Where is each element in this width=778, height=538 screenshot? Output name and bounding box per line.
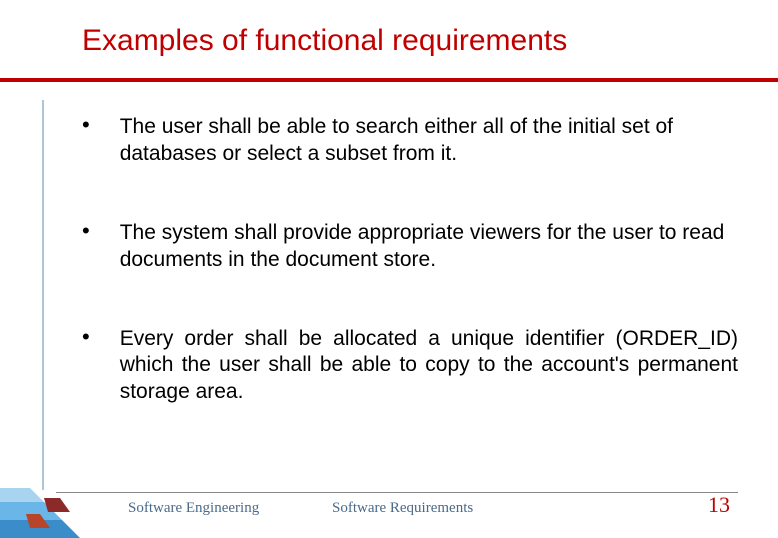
slide-title: Examples of functional requirements xyxy=(0,0,778,66)
content-area: • The user shall be able to search eithe… xyxy=(0,82,778,406)
footer-divider xyxy=(56,492,738,493)
list-item: • Every order shall be allocated a uniqu… xyxy=(82,326,738,407)
footer: Software Engineering Software Requiremen… xyxy=(0,470,778,538)
bullet-text: The user shall be able to search either … xyxy=(120,114,738,168)
list-item: • The user shall be able to search eithe… xyxy=(82,114,738,168)
bullet-text: Every order shall be allocated a unique … xyxy=(120,326,738,407)
left-vertical-bar xyxy=(42,100,44,490)
bullet-text: The system shall provide appropriate vie… xyxy=(120,220,738,274)
bullet-icon: • xyxy=(82,220,90,242)
page-number: 13 xyxy=(708,492,730,518)
footer-center-text: Software Requirements xyxy=(332,500,473,517)
bullet-list: • The user shall be able to search eithe… xyxy=(82,114,738,406)
bullet-icon: • xyxy=(82,326,90,348)
bullet-icon: • xyxy=(82,114,90,136)
corner-graphic xyxy=(0,470,80,538)
list-item: • The system shall provide appropriate v… xyxy=(82,220,738,274)
footer-left-text: Software Engineering xyxy=(128,500,259,517)
